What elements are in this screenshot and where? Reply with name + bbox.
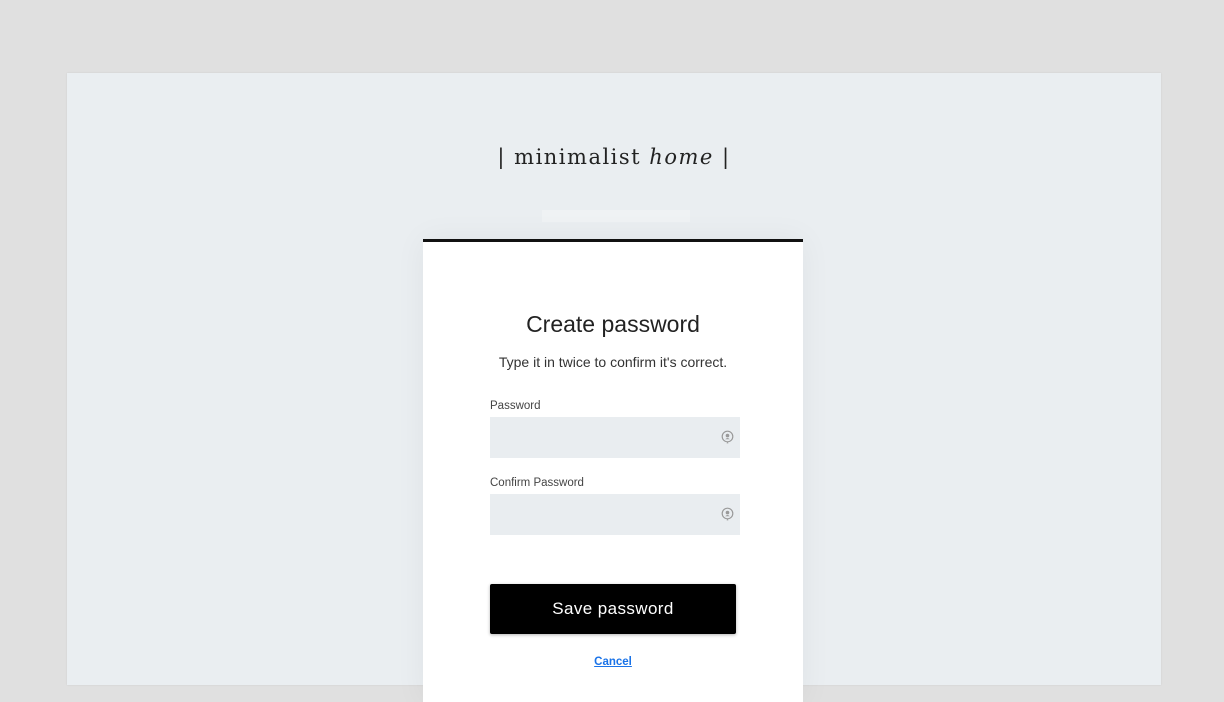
logo-prefix: | minimalist	[497, 145, 650, 169]
card-title: Create password	[526, 311, 700, 337]
confirm-password-field[interactable]	[490, 494, 740, 535]
confirm-password-label: Confirm Password	[490, 477, 584, 489]
logo-underglow	[542, 210, 690, 222]
eye-lock-icon[interactable]	[721, 507, 734, 522]
password-field[interactable]	[490, 417, 740, 458]
logo-italic: home	[649, 145, 714, 169]
create-password-card: Create password Type it in twice to conf…	[423, 239, 803, 702]
password-label: Password	[490, 400, 541, 412]
cancel-link-container: Cancel	[423, 656, 803, 668]
page-container: | minimalist home | Create password Type…	[67, 73, 1161, 702]
brand-logo[interactable]: | minimalist home |	[67, 145, 1161, 169]
card-subtitle: Type it in twice to confirm it's correct…	[498, 354, 728, 370]
cancel-link[interactable]: Cancel	[594, 656, 632, 668]
save-password-button[interactable]: Save password	[490, 584, 736, 634]
confirm-password-input[interactable]	[490, 494, 720, 535]
logo-suffix: |	[713, 145, 731, 169]
eye-lock-icon[interactable]	[721, 430, 734, 445]
password-input[interactable]	[490, 417, 720, 458]
